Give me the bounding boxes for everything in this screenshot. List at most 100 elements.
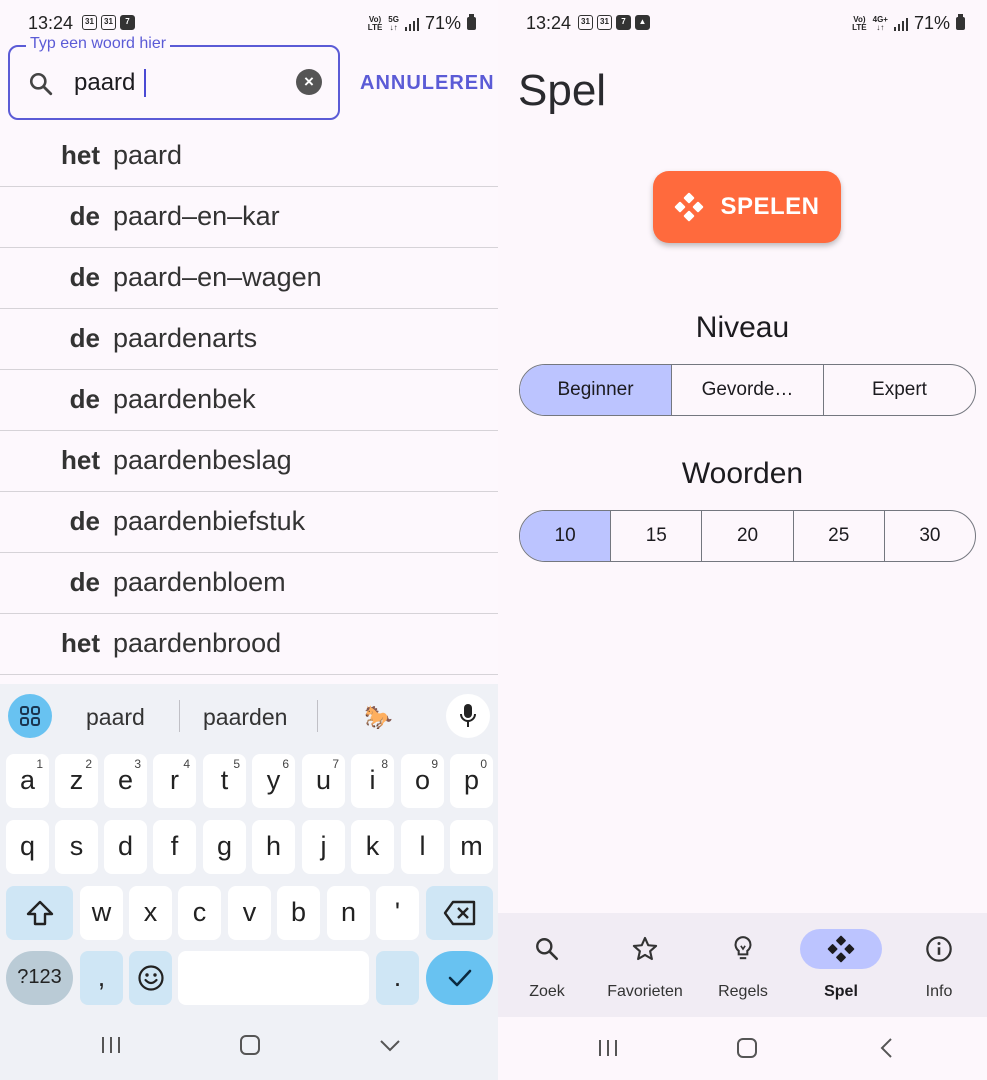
notification-icons: 31 31 7 ▲	[578, 15, 650, 30]
battery-icon	[467, 14, 476, 30]
list-item[interactable]: de paardenbek	[0, 370, 498, 431]
play-button[interactable]: SPELEN	[653, 171, 841, 243]
list-item[interactable]: het paard	[0, 126, 498, 187]
shift-icon	[26, 900, 53, 926]
divider	[317, 700, 318, 732]
article-label: het	[61, 445, 100, 475]
keyboard-apps-button[interactable]	[8, 694, 52, 738]
article-label: de	[69, 262, 100, 292]
key-v[interactable]: v	[228, 886, 271, 940]
key-e[interactable]: e3	[104, 754, 147, 808]
emoji-key[interactable]	[129, 951, 172, 1005]
list-item[interactable]: de paardenarts	[0, 309, 498, 370]
home-icon[interactable]	[736, 1037, 758, 1059]
list-item[interactable]: de paardenbiefstuk	[0, 492, 498, 553]
back-icon[interactable]	[878, 1036, 896, 1060]
key-d[interactable]: d	[104, 820, 147, 874]
search-input[interactable]	[74, 65, 274, 101]
words-option-25[interactable]: 25	[794, 511, 885, 561]
key-w[interactable]: w	[80, 886, 123, 940]
key-t[interactable]: t5	[203, 754, 246, 808]
nav-item-spel[interactable]: Spel	[792, 913, 890, 1017]
key-u[interactable]: u7	[302, 754, 345, 808]
nav-item-regels[interactable]: Regels	[694, 913, 792, 1017]
key-b[interactable]: b	[277, 886, 320, 940]
key-n[interactable]: n	[327, 886, 370, 940]
list-item[interactable]: de paard–en–wagen	[0, 248, 498, 309]
app-notification-icon: 7	[120, 15, 135, 30]
key-k[interactable]: k	[351, 820, 394, 874]
signal-icon	[893, 17, 908, 31]
microphone-button[interactable]	[446, 694, 490, 738]
level-option-gevorderd[interactable]: Gevorde…	[672, 365, 824, 415]
article-label: het	[61, 140, 100, 170]
key-p[interactable]: p0	[450, 754, 493, 808]
key-q[interactable]: q	[6, 820, 49, 874]
search-label: Typ een woord hier	[26, 35, 171, 53]
nav-item-zoek[interactable]: Zoek	[498, 913, 596, 1017]
suggestion-item[interactable]: paard	[86, 704, 145, 731]
symbols-key[interactable]: ?123	[6, 951, 73, 1005]
key-i[interactable]: i8	[351, 754, 394, 808]
key-h[interactable]: h	[252, 820, 295, 874]
period-key[interactable]: .	[376, 951, 419, 1005]
words-option-10[interactable]: 10	[520, 511, 612, 561]
words-option-30[interactable]: 30	[885, 511, 975, 561]
key-a[interactable]: a1	[6, 754, 49, 808]
key-r[interactable]: r4	[153, 754, 196, 808]
key-c[interactable]: c	[178, 886, 221, 940]
level-option-beginner[interactable]: Beginner	[520, 365, 672, 415]
words-option-15[interactable]: 15	[611, 511, 703, 561]
level-option-expert[interactable]: Expert	[824, 365, 975, 415]
search-icon	[29, 72, 53, 96]
calendar-icon: 31	[578, 15, 593, 30]
search-icon	[536, 938, 559, 961]
clear-icon[interactable]: ×	[296, 69, 322, 95]
list-item[interactable]: het paardenbrood	[0, 614, 498, 675]
word-label: paardenarts	[113, 323, 258, 353]
chevron-down-icon[interactable]	[378, 1034, 402, 1056]
key-o[interactable]: o9	[401, 754, 444, 808]
app-notification-icon: 7	[616, 15, 631, 30]
text-cursor	[144, 69, 146, 97]
level-selector: Beginner Gevorde… Expert	[519, 364, 976, 416]
article-label: de	[69, 384, 100, 414]
horse-emoji-suggestion[interactable]: 🐎	[364, 704, 393, 731]
system-nav-bar	[498, 1017, 987, 1080]
space-key[interactable]	[178, 951, 369, 1005]
signal-icon	[404, 17, 419, 31]
shift-key[interactable]	[6, 886, 73, 940]
key-x[interactable]: x	[129, 886, 172, 940]
key-apostrophe[interactable]: '	[376, 886, 419, 940]
recent-apps-icon[interactable]	[100, 1034, 122, 1056]
key-z[interactable]: z2	[55, 754, 98, 808]
key-l[interactable]: l	[401, 820, 444, 874]
backspace-key[interactable]	[426, 886, 493, 940]
network-icon: Vo) LTE	[852, 14, 867, 32]
enter-key[interactable]	[426, 951, 493, 1005]
list-item[interactable]: de paard–en–kar	[0, 187, 498, 248]
bottom-navigation: Zoek Favorieten Regels Spel Info	[498, 913, 987, 1017]
comma-key[interactable]: ,	[80, 951, 123, 1005]
words-option-20[interactable]: 20	[702, 511, 794, 561]
key-f[interactable]: f	[153, 820, 196, 874]
search-field[interactable]: Typ een woord hier ×	[8, 35, 340, 120]
key-g[interactable]: g	[203, 820, 246, 874]
word-label: paardenbeslag	[113, 445, 292, 475]
cancel-button[interactable]: ANNULEREN	[360, 72, 495, 95]
list-item[interactable]: de paardenbloem	[0, 553, 498, 614]
key-m[interactable]: m	[450, 820, 493, 874]
suggestion-item[interactable]: paarden	[203, 704, 287, 731]
article-label: de	[69, 323, 100, 353]
word-label: paardenbiefstuk	[113, 506, 306, 536]
key-y[interactable]: y6	[252, 754, 295, 808]
nav-item-favorieten[interactable]: Favorieten	[596, 913, 694, 1017]
key-s[interactable]: s	[55, 820, 98, 874]
home-icon[interactable]	[239, 1034, 261, 1056]
recent-apps-icon[interactable]	[597, 1037, 619, 1059]
nav-item-info[interactable]: Info	[890, 913, 987, 1017]
key-j[interactable]: j	[302, 820, 345, 874]
nav-label: Info	[925, 983, 953, 1000]
notification-icons: 31 31 7	[82, 15, 135, 30]
list-item[interactable]: het paardenbeslag	[0, 431, 498, 492]
